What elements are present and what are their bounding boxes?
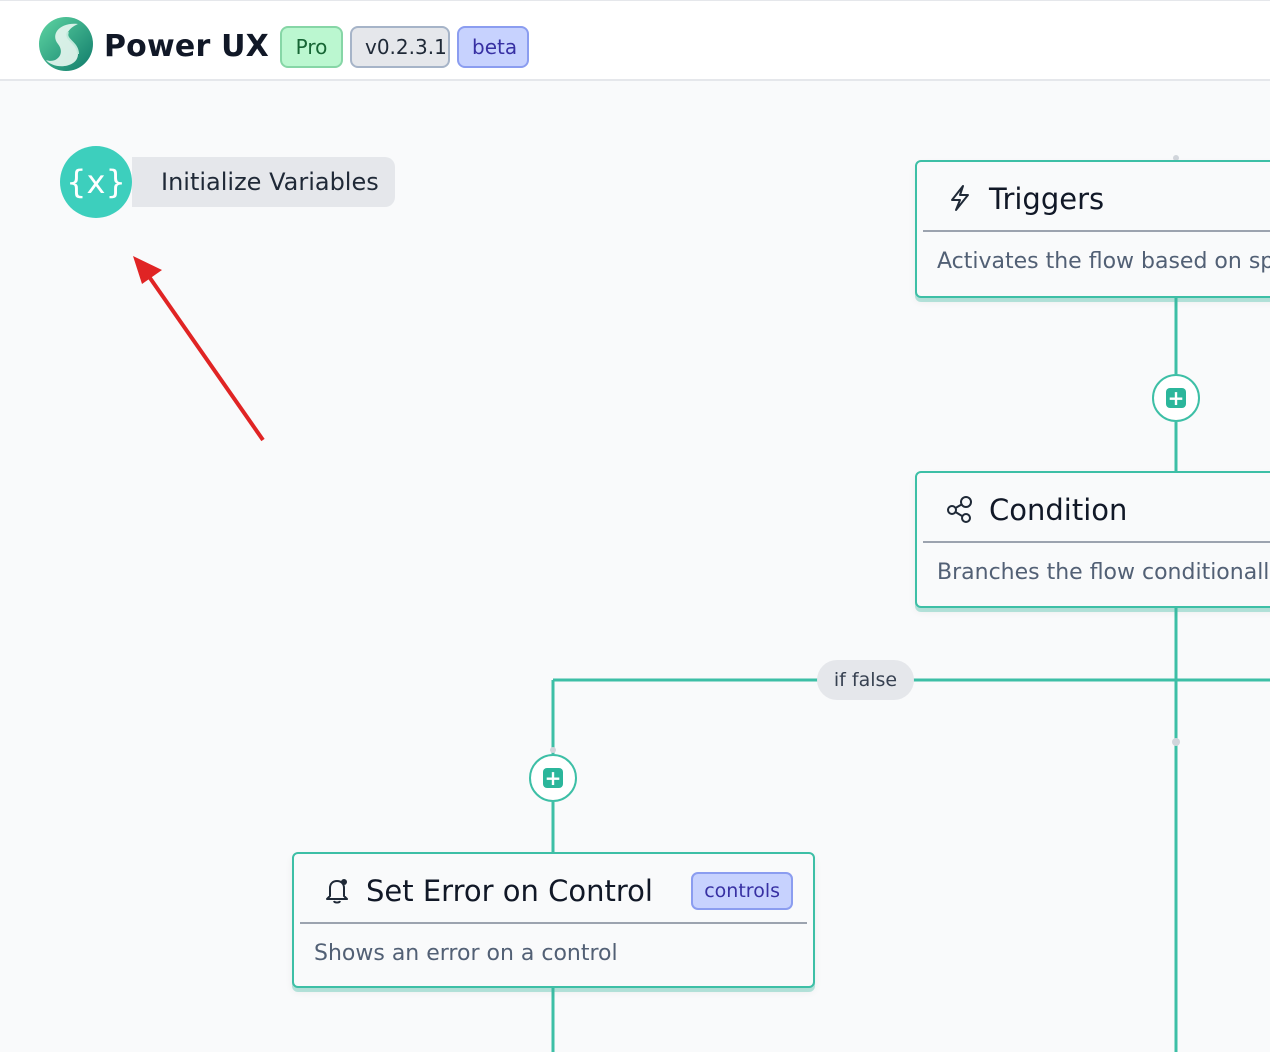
bell-icon bbox=[326, 879, 348, 904]
node-description: Activates the flow based on spec bbox=[937, 249, 1270, 274]
node-title: Set Error on Control bbox=[366, 874, 653, 908]
node-header: Condition bbox=[917, 473, 1270, 541]
variables-icon[interactable]: {x} bbox=[60, 146, 132, 218]
condition-node[interactable]: Condition Branches the flow conditionall… bbox=[915, 471, 1270, 608]
add-step-button-false-branch[interactable]: + bbox=[529, 754, 577, 802]
initialize-variables-label[interactable]: Initialize Variables bbox=[132, 157, 395, 207]
set-error-node[interactable]: Set Error on Control controls Shows an e… bbox=[292, 852, 815, 988]
category-tag: controls bbox=[691, 872, 793, 910]
node-title: Condition bbox=[989, 493, 1128, 527]
node-description: Branches the flow conditionally bbox=[937, 560, 1270, 585]
node-divider bbox=[300, 922, 807, 924]
annotation-arrow bbox=[133, 256, 265, 442]
triggers-node[interactable]: Triggers Activates the flow based on spe… bbox=[915, 160, 1270, 298]
node-description: Shows an error on a control bbox=[314, 941, 618, 966]
plus-icon: + bbox=[1166, 386, 1186, 410]
node-header: Triggers bbox=[917, 162, 1270, 230]
node-title: Triggers bbox=[989, 182, 1105, 216]
node-divider bbox=[923, 541, 1270, 543]
app-root: Power UX Pro v0.2.3.1 beta {x} Initializ… bbox=[0, 0, 1270, 1052]
node-divider bbox=[923, 230, 1270, 232]
plus-icon: + bbox=[543, 766, 563, 790]
lightning-icon bbox=[951, 185, 969, 211]
if-false-edge-label: if false bbox=[817, 660, 914, 700]
add-step-button[interactable]: + bbox=[1152, 374, 1200, 422]
branch-icon bbox=[947, 496, 972, 523]
node-header: Set Error on Control controls bbox=[294, 854, 813, 922]
